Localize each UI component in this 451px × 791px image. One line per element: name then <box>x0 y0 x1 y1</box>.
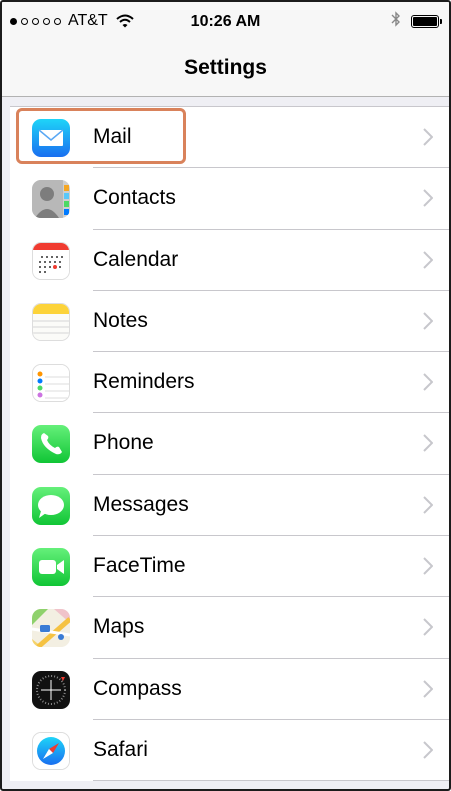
settings-row-safari[interactable]: Safari <box>10 720 449 782</box>
compass-icon <box>32 670 70 709</box>
row-label: Calendar <box>93 247 179 271</box>
clock: 10:26 AM <box>190 13 261 30</box>
settings-row-facetime[interactable]: FaceTime <box>10 536 449 598</box>
settings-row-maps[interactable]: Maps <box>10 597 449 659</box>
separator <box>93 780 449 782</box>
row-label: Phone <box>93 431 154 455</box>
settings-row-compass[interactable]: Compass <box>10 659 449 720</box>
navigation-bar: Settings <box>2 42 449 97</box>
chevron-right-icon <box>423 679 434 703</box>
contacts-icon <box>32 180 70 219</box>
chevron-right-icon <box>423 312 434 335</box>
settings-row-phone[interactable]: Phone <box>10 413 449 475</box>
row-label: Contacts <box>93 186 176 210</box>
chevron-right-icon <box>423 618 434 641</box>
row-label: Notes <box>93 308 148 332</box>
row-label: Mail <box>93 125 132 148</box>
phone-screen: AT&T 10:26 AM Settings Mail Contacts Cal… <box>0 0 451 791</box>
status-bar: AT&T 10:26 AM <box>2 2 449 42</box>
mail-icon <box>32 119 70 157</box>
battery-icon <box>411 15 442 28</box>
chevron-right-icon <box>423 434 434 457</box>
phone-icon <box>32 425 70 464</box>
maps-icon <box>32 609 70 648</box>
chevron-right-icon <box>423 741 434 764</box>
settings-row-notes[interactable]: Notes <box>10 291 449 353</box>
settings-row-reminders[interactable]: Reminders <box>10 352 449 414</box>
settings-row-messages[interactable]: Messages <box>10 475 449 537</box>
settings-row-contacts[interactable]: Contacts <box>10 168 449 230</box>
safari-icon <box>32 731 70 770</box>
settings-row-calendar[interactable]: Calendar <box>10 230 449 291</box>
bluetooth-icon <box>391 11 401 32</box>
settings-list: Mail Contacts Calendar Notes Reminders P… <box>10 106 449 782</box>
messages-icon <box>32 486 70 525</box>
row-label: Maps <box>93 615 145 639</box>
chevron-right-icon <box>423 189 434 212</box>
settings-row-mail[interactable]: Mail <box>10 107 449 169</box>
row-label: Reminders <box>93 370 195 394</box>
row-label: Compass <box>93 676 182 700</box>
row-label: Messages <box>93 492 189 516</box>
chevron-right-icon <box>423 373 434 396</box>
notes-icon <box>32 302 70 341</box>
row-label: FaceTime <box>93 554 186 578</box>
row-label: Safari <box>93 737 148 761</box>
facetime-icon <box>32 548 70 587</box>
reminders-icon <box>32 364 70 403</box>
status-right <box>391 11 442 32</box>
chevron-right-icon <box>423 557 434 580</box>
chevron-right-icon <box>423 496 434 519</box>
chevron-right-icon <box>423 250 434 274</box>
chevron-right-icon <box>423 128 434 151</box>
calendar-icon <box>32 241 70 280</box>
page-title: Settings <box>184 56 267 79</box>
